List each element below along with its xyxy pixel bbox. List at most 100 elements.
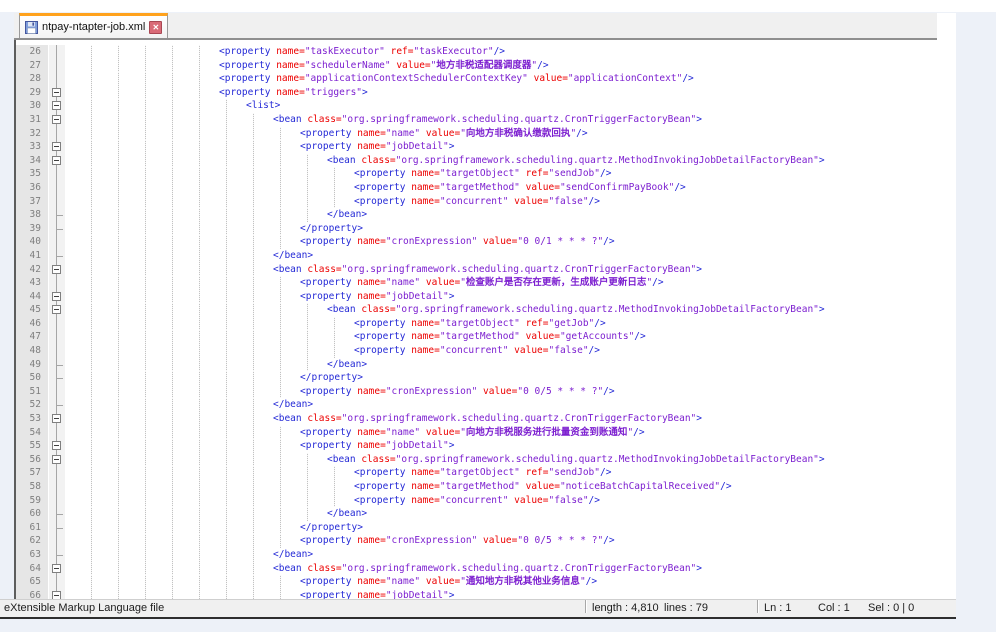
code-line[interactable]: 60 </bean>: [16, 507, 956, 521]
code-line[interactable]: 40 <property name="cronExpression" value=…: [16, 235, 956, 249]
code-line[interactable]: 63 </bean>: [16, 547, 956, 562]
code-line[interactable]: 42 <bean class="org.springframework.sched…: [16, 262, 956, 277]
line-number[interactable]: 59: [16, 493, 49, 508]
line-number[interactable]: 61: [16, 520, 49, 535]
line-number[interactable]: 54: [16, 425, 49, 440]
code-area[interactable]: 26 <property name="taskExecutor" ref="tas…: [16, 45, 956, 599]
code-line[interactable]: 26 <property name="taskExecutor" ref="tas…: [16, 45, 956, 59]
fold-toggle-icon[interactable]: [49, 153, 65, 168]
line-number[interactable]: 64: [16, 561, 49, 576]
code-line[interactable]: 66 <property name="jobDetail">: [16, 588, 956, 599]
fold-toggle-icon[interactable]: [49, 303, 65, 317]
code-line[interactable]: 45 <bean class="org.springframework.sched…: [16, 303, 956, 317]
code-line[interactable]: 30 <list>: [16, 99, 956, 113]
code-line[interactable]: 46 <property name="targetObject" ref="get…: [16, 316, 956, 331]
line-number[interactable]: 62: [16, 534, 49, 548]
line-number[interactable]: 32: [16, 126, 49, 141]
code-line[interactable]: 28 <property name="applicationContextSche…: [16, 72, 956, 86]
code-line[interactable]: 47 <property name="targetMethod" value="g…: [16, 330, 956, 345]
fold-toggle-icon[interactable]: [49, 85, 65, 100]
line-number[interactable]: 46: [16, 316, 49, 331]
line-number[interactable]: 40: [16, 235, 49, 249]
line-number[interactable]: 27: [16, 58, 49, 73]
line-number[interactable]: 57: [16, 466, 49, 480]
line-number[interactable]: 33: [16, 140, 49, 154]
line-number[interactable]: 58: [16, 480, 49, 494]
code-line[interactable]: 37 <property name="concurrent" value="fal…: [16, 194, 956, 209]
fold-toggle-icon[interactable]: [49, 99, 65, 113]
line-number[interactable]: 43: [16, 276, 49, 290]
line-number[interactable]: 48: [16, 344, 49, 358]
line-number[interactable]: 26: [16, 45, 49, 59]
line-number[interactable]: 28: [16, 72, 49, 86]
code-line[interactable]: 44 <property name="jobDetail">: [16, 289, 956, 304]
fold-toggle-icon[interactable]: [49, 588, 65, 599]
code-line[interactable]: 58 <property name="targetMethod" value="n…: [16, 480, 956, 494]
code-line[interactable]: 35 <property name="targetObject" ref="sen…: [16, 167, 956, 181]
line-number[interactable]: 47: [16, 330, 49, 345]
code-line[interactable]: 39 </property>: [16, 221, 956, 236]
code-line[interactable]: 54 <property name="name" value="向地方非税服务进行…: [16, 425, 956, 440]
fold-toggle-icon[interactable]: [49, 561, 65, 576]
code-line[interactable]: 57 <property name="targetObject" ref="sen…: [16, 466, 956, 480]
code-line[interactable]: 49 </bean>: [16, 357, 956, 372]
code-line[interactable]: 50 </property>: [16, 371, 956, 385]
close-icon[interactable]: ✕: [149, 20, 163, 34]
line-number[interactable]: 35: [16, 167, 49, 181]
fold-toggle-icon[interactable]: [49, 452, 65, 467]
line-number[interactable]: 30: [16, 99, 49, 113]
line-number[interactable]: 42: [16, 262, 49, 277]
code-line[interactable]: 62 <property name="cronExpression" value=…: [16, 534, 956, 548]
line-number[interactable]: 51: [16, 384, 49, 399]
line-number[interactable]: 38: [16, 208, 49, 222]
code-line[interactable]: 52 </bean>: [16, 398, 956, 413]
code-line[interactable]: 31 <bean class="org.springframework.sched…: [16, 112, 956, 127]
code-line[interactable]: 56 <bean class="org.springframework.sched…: [16, 452, 956, 467]
code-line[interactable]: 32 <property name="name" value="向地方非税确认缴款…: [16, 126, 956, 141]
code-line[interactable]: 29 <property name="triggers">: [16, 85, 956, 100]
code-line[interactable]: 36 <property name="targetMethod" value="s…: [16, 180, 956, 195]
code-line[interactable]: 48 <property name="concurrent" value="fal…: [16, 344, 956, 358]
line-number[interactable]: 52: [16, 398, 49, 413]
fold-toggle-icon[interactable]: [49, 262, 65, 277]
code-line[interactable]: 34 <bean class="org.springframework.sched…: [16, 153, 956, 168]
code-line[interactable]: 55 <property name="jobDetail">: [16, 439, 956, 453]
line-number[interactable]: 65: [16, 575, 49, 589]
fold-toggle-icon[interactable]: [49, 140, 65, 154]
code-line[interactable]: 38 </bean>: [16, 208, 956, 222]
code-line[interactable]: 27 <property name="schedulerName" value="…: [16, 58, 956, 73]
code-line[interactable]: 51 <property name="cronExpression" value=…: [16, 384, 956, 399]
line-number[interactable]: 39: [16, 221, 49, 236]
line-number[interactable]: 29: [16, 85, 49, 100]
code-line[interactable]: 41 </bean>: [16, 248, 956, 263]
line-number[interactable]: 66: [16, 588, 49, 599]
code-line[interactable]: 61 </property>: [16, 520, 956, 535]
tab-active[interactable]: ntpay-ntapter-job.xml ✕: [19, 13, 169, 38]
line-number[interactable]: 31: [16, 112, 49, 127]
line-number[interactable]: 41: [16, 248, 49, 263]
line-number[interactable]: 44: [16, 289, 49, 304]
line-number[interactable]: 34: [16, 153, 49, 168]
line-number[interactable]: 37: [16, 194, 49, 209]
code-line[interactable]: 64 <bean class="org.springframework.sched…: [16, 561, 956, 576]
code-line[interactable]: 59 <property name="concurrent" value="fal…: [16, 493, 956, 508]
line-number[interactable]: 45: [16, 303, 49, 317]
fold-toggle-icon[interactable]: [49, 412, 65, 426]
line-number[interactable]: 53: [16, 412, 49, 426]
code-line[interactable]: 65 <property name="name" value="通知地方非税其他业…: [16, 575, 956, 589]
code-line[interactable]: 33 <property name="jobDetail">: [16, 140, 956, 154]
fold-toggle-icon[interactable]: [49, 439, 65, 453]
line-number[interactable]: 63: [16, 547, 49, 562]
editor[interactable]: 26 <property name="taskExecutor" ref="tas…: [14, 40, 956, 599]
line-number[interactable]: 56: [16, 452, 49, 467]
indent-guides: [65, 507, 327, 521]
code-line[interactable]: 53 <bean class="org.springframework.sched…: [16, 412, 956, 426]
code-line[interactable]: 43 <property name="name" value="检查账户是否存在更…: [16, 276, 956, 290]
fold-toggle-icon[interactable]: [49, 112, 65, 127]
line-number[interactable]: 55: [16, 439, 49, 453]
fold-toggle-icon[interactable]: [49, 289, 65, 304]
line-number[interactable]: 49: [16, 357, 49, 372]
line-number[interactable]: 50: [16, 371, 49, 385]
line-number[interactable]: 60: [16, 507, 49, 521]
line-number[interactable]: 36: [16, 180, 49, 195]
